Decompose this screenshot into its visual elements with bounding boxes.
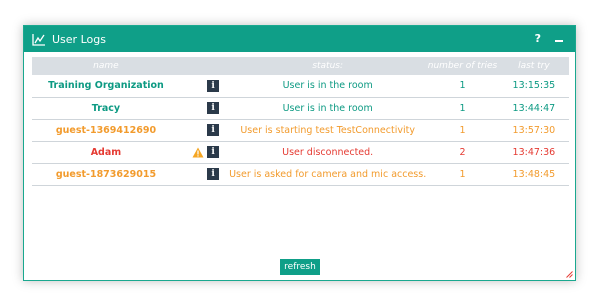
user-name: guest-1873629015 — [55, 168, 157, 180]
minimize-icon[interactable] — [555, 34, 563, 42]
info-icon[interactable]: i — [207, 146, 220, 158]
row-icons: i — [180, 97, 229, 119]
row-icons: i — [180, 141, 229, 163]
last-try-time: 13:48:45 — [512, 168, 556, 180]
user-name: guest-1369412690 — [55, 124, 157, 136]
column-header-icons — [180, 57, 229, 75]
resize-handle-icon[interactable] — [566, 271, 573, 278]
user-name: Adam — [90, 146, 122, 158]
table-row: Tracy i User is in the room 1 13:44:47 — [32, 97, 569, 119]
info-icon[interactable]: i — [207, 168, 220, 180]
table-header-row: name status: number of tries last try — [32, 57, 569, 75]
table-row: guest-1873629015 i User is asked for camer… — [32, 163, 569, 185]
status-text: User is in the room — [282, 102, 373, 114]
user-logs-table: name status: number of tries last try Tr… — [32, 57, 569, 186]
table-row: Training Organization i User is in the roo… — [32, 75, 569, 97]
row-icons: i — [180, 163, 229, 185]
row-icons: i — [180, 119, 229, 141]
status-text: User is asked for camera and mic access. — [229, 168, 427, 180]
number-of-tries: 1 — [459, 168, 466, 180]
info-icon[interactable]: i — [207, 124, 220, 136]
warning-icon — [192, 147, 204, 157]
window-titlebar: User Logs ? — [24, 26, 575, 52]
info-icon[interactable]: i — [207, 79, 220, 92]
user-logs-window: User Logs ? name status: number of tries… — [23, 25, 576, 281]
number-of-tries: 2 — [459, 146, 466, 158]
status-text: User is in the room — [282, 80, 373, 92]
last-try-time: 13:44:47 — [512, 102, 556, 114]
status-text: User is starting test TestConnectivity — [240, 124, 415, 136]
last-try-time: 13:57:30 — [512, 124, 556, 136]
line-chart-icon — [32, 33, 45, 46]
table-row: guest-1369412690 i User is starting test T… — [32, 119, 569, 141]
status-text: User disconnected. — [282, 146, 374, 158]
window-title: User Logs — [52, 32, 106, 46]
number-of-tries: 1 — [459, 80, 466, 92]
last-try-time: 13:47:36 — [512, 146, 556, 158]
column-header-name: name — [93, 61, 119, 71]
row-icons: i — [180, 75, 229, 97]
help-button[interactable]: ? — [535, 32, 541, 45]
last-try-time: 13:15:35 — [512, 80, 556, 92]
column-header-status: status: — [312, 61, 343, 71]
user-name: Training Organization — [48, 80, 164, 92]
column-header-last-try: last try — [518, 61, 550, 71]
info-icon[interactable]: i — [207, 102, 220, 114]
number-of-tries: 1 — [459, 102, 466, 114]
table-row: Adam i User disconnected. 2 13:47:36 — [32, 141, 569, 163]
user-name: Tracy — [91, 102, 121, 114]
refresh-button[interactable]: refresh — [280, 259, 320, 275]
column-header-number-of-tries: number of tries — [427, 61, 498, 71]
number-of-tries: 1 — [459, 124, 466, 136]
